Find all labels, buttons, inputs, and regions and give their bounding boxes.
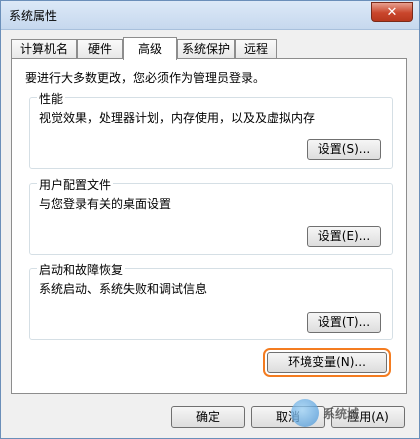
tab-system-protection[interactable]: 系统保护 [177, 39, 235, 59]
performance-group-title: 性能 [37, 90, 66, 107]
tab-bar: 计算机名 硬件 高级 系统保护 远程 [11, 37, 407, 60]
performance-description: 视觉效果，处理器计划，内存使用，以及及虚拟内存 [39, 111, 316, 125]
user-profiles-description: 与您登录有关的桌面设置 [39, 197, 172, 211]
user-profiles-settings-button[interactable]: 设置(E)... [307, 226, 381, 247]
startup-recovery-description: 系统启动、系统失败和调试信息 [39, 282, 208, 296]
watermark-logo-icon [291, 399, 319, 427]
tab-hardware[interactable]: 硬件 [77, 39, 123, 59]
close-icon: ✕ [386, 4, 398, 20]
admin-note: 要进行大多数更改，您必须作为管理员登录。 [25, 71, 266, 85]
ok-button[interactable]: 确定 [171, 406, 245, 428]
watermark: 系统城 [291, 396, 411, 430]
startup-recovery-group-title: 启动和故障恢复 [37, 261, 126, 278]
user-profiles-group-title: 用户配置文件 [37, 176, 114, 193]
watermark-text: 系统城 [323, 406, 360, 421]
system-properties-window: 系统属性 ✕ 计算机名 硬件 高级 系统保护 远程 要进行大多数更改，您必须作为… [0, 0, 420, 439]
tab-advanced[interactable]: 高级 [123, 37, 177, 60]
tab-remote[interactable]: 远程 [235, 39, 277, 59]
window-title: 系统属性 [9, 9, 58, 23]
startup-recovery-settings-button[interactable]: 设置(T)... [307, 312, 381, 333]
title-bar[interactable]: 系统属性 ✕ [1, 1, 419, 30]
tab-computer-name[interactable]: 计算机名 [11, 39, 77, 59]
performance-settings-button[interactable]: 设置(S)... [307, 139, 381, 160]
close-button[interactable]: ✕ [371, 2, 413, 22]
environment-variables-button[interactable]: 环境变量(N)... [263, 348, 391, 377]
